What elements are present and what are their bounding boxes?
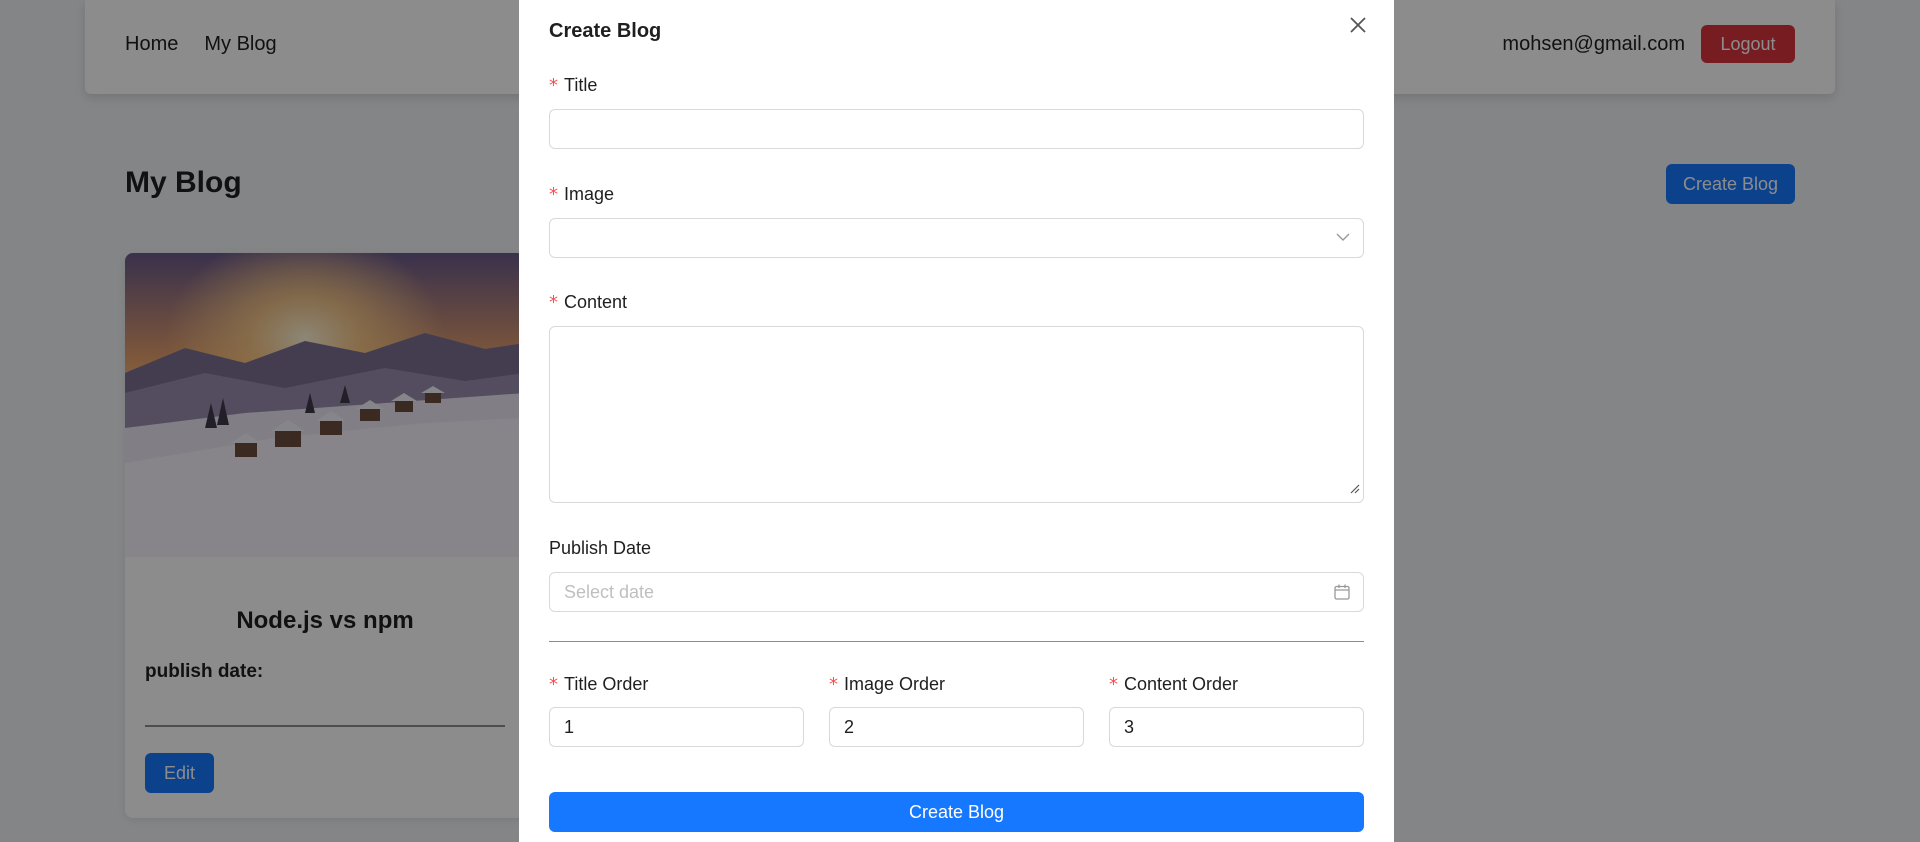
- required-marker: *: [549, 75, 558, 96]
- title-input[interactable]: [549, 109, 1364, 149]
- content-order-input[interactable]: 3: [1109, 707, 1364, 747]
- title-order-label: * Title Order: [549, 674, 649, 695]
- close-icon[interactable]: [1347, 14, 1369, 36]
- title-order-input[interactable]: 1: [549, 707, 804, 747]
- calendar-icon: [1333, 583, 1351, 606]
- chevron-down-icon: [1335, 229, 1351, 250]
- publish-date-placeholder: Select date: [564, 582, 655, 602]
- required-marker: *: [549, 674, 558, 695]
- content-order-label: * Content Order: [1109, 674, 1239, 695]
- image-label: * Image: [549, 184, 615, 205]
- content-textarea[interactable]: [549, 326, 1364, 503]
- form-divider: [549, 641, 1364, 642]
- resize-grip-icon[interactable]: [1350, 478, 1360, 499]
- modal-title: Create Blog: [549, 20, 662, 42]
- required-marker: *: [549, 184, 558, 205]
- publish-date-picker[interactable]: Select date: [549, 572, 1364, 612]
- required-marker: *: [829, 674, 838, 695]
- required-marker: *: [1109, 674, 1118, 695]
- image-order-input[interactable]: 2: [829, 707, 1084, 747]
- create-blog-submit-button[interactable]: Create Blog: [549, 792, 1364, 832]
- required-marker: *: [549, 292, 558, 313]
- title-label: * Title: [549, 75, 598, 96]
- create-blog-modal: Create Blog * Title * Image * Content Publi…: [519, 0, 1394, 842]
- image-select[interactable]: [549, 218, 1364, 258]
- content-label: * Content: [549, 292, 628, 313]
- image-order-label: * Image Order: [829, 674, 946, 695]
- publish-date-label: Publish Date: [549, 538, 652, 558]
